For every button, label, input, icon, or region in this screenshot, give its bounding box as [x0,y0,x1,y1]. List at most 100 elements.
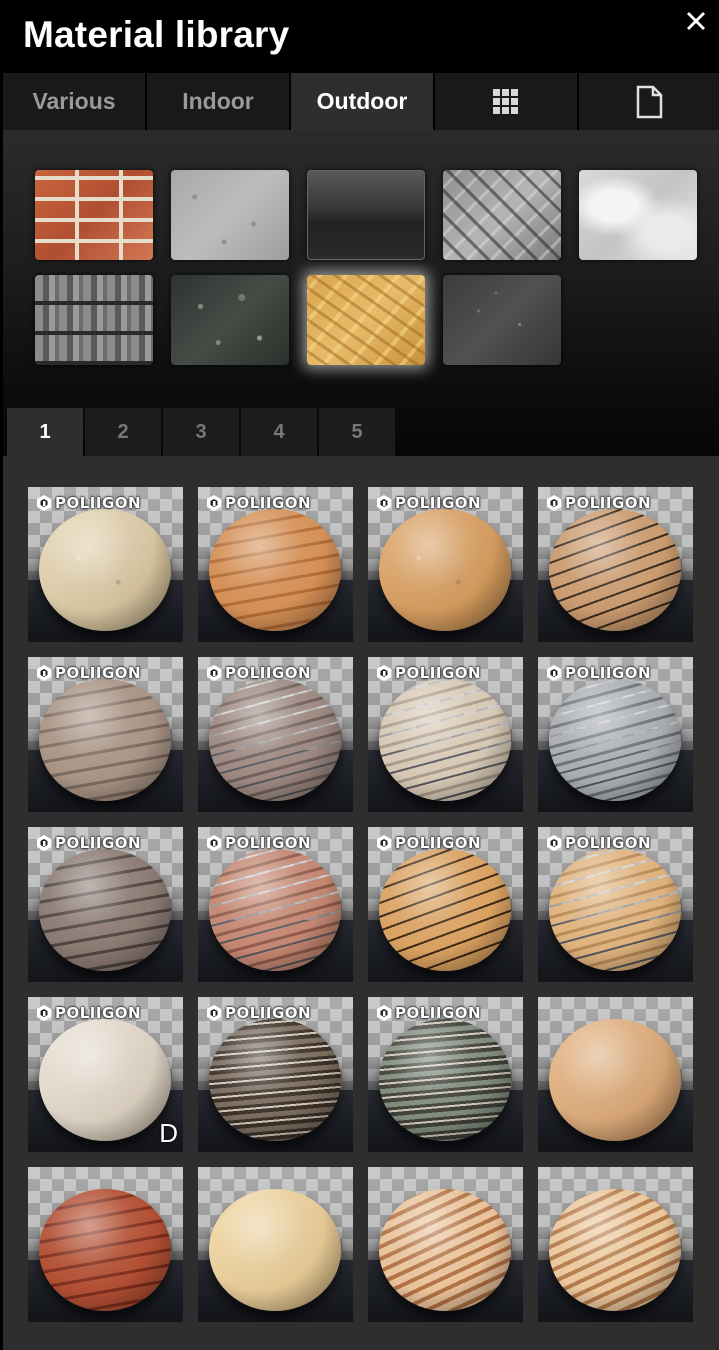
tab-outdoor[interactable]: Outdoor [291,73,433,130]
poliigon-logo-icon [35,494,53,512]
material-card[interactable]: POLIIGON [28,827,183,982]
category-tabs: Various Indoor Outdoor [3,73,719,130]
material-sphere-preview [379,679,511,801]
poliigon-logo: POLIIGON [375,663,481,683]
material-card[interactable] [538,997,693,1152]
material-card[interactable] [28,1167,183,1322]
material-sphere-preview [209,1189,341,1311]
page-3[interactable]: 3 [163,408,239,456]
poliigon-logo: POLIIGON [545,663,651,683]
material-sphere-preview [209,849,341,971]
material-sphere-preview [379,1019,511,1141]
tab-various[interactable]: Various [3,73,145,130]
page-4[interactable]: 4 [241,408,317,456]
material-card[interactable]: POLIIGON D [28,997,183,1152]
material-card[interactable]: POLIIGON [538,657,693,812]
poliigon-logo-icon [375,664,393,682]
grid-icon [493,88,518,114]
brand-label: POLIIGON [565,834,652,852]
swatch-asphalt[interactable] [443,275,561,365]
material-grid: POLIIGON POLIIGON POLIIGON POLIIGON POLIIGON… [3,456,719,1350]
page-2[interactable]: 2 [85,408,161,456]
close-icon[interactable] [681,6,711,36]
material-card[interactable]: POLIIGON [198,487,353,642]
brand-label: POLIIGON [395,1004,482,1022]
material-card[interactable]: POLIIGON [368,827,523,982]
material-card[interactable]: POLIIGON [538,827,693,982]
brand-label: POLIIGON [55,1004,142,1022]
material-card[interactable]: POLIIGON [538,487,693,642]
brand-label: POLIIGON [55,494,142,512]
brand-label: POLIIGON [395,494,482,512]
material-sphere-preview [209,679,341,801]
brand-label: POLIIGON [565,664,652,682]
poliigon-logo-icon [545,834,563,852]
poliigon-logo-icon [205,834,223,852]
material-card[interactable]: POLIIGON [198,827,353,982]
poliigon-logo-icon [375,834,393,852]
poliigon-logo-icon [35,834,53,852]
tab-indoor[interactable]: Indoor [147,73,289,130]
pagination: 1 2 3 4 5 [7,408,397,456]
poliigon-logo: POLIIGON [205,833,311,853]
window-title: Material library [23,14,290,55]
document-icon [636,85,663,118]
brand-label: POLIIGON [225,664,312,682]
poliigon-logo-icon [375,494,393,512]
swatch-osb-wood[interactable] [307,275,425,365]
swatch-granite[interactable] [171,275,289,365]
material-card[interactable] [198,1167,353,1322]
material-card[interactable]: POLIIGON [198,657,353,812]
swatch-roof-tiles[interactable] [35,275,153,365]
poliigon-logo: POLIIGON [35,1003,141,1023]
brand-label: POLIIGON [395,834,482,852]
swatch-plaster[interactable] [579,170,697,260]
material-sphere-preview [39,679,171,801]
material-card[interactable] [538,1167,693,1322]
material-card[interactable]: POLIIGON [368,487,523,642]
material-card[interactable] [368,1167,523,1322]
brand-label: POLIIGON [225,834,312,852]
poliigon-logo: POLIIGON [205,1003,311,1023]
material-card[interactable]: POLIIGON [368,997,523,1152]
brand-label: POLIIGON [565,494,652,512]
material-sphere-preview [549,849,681,971]
poliigon-logo-icon [35,664,53,682]
material-sphere-preview [39,849,171,971]
poliigon-logo: POLIIGON [545,833,651,853]
poliigon-logo: POLIIGON [375,493,481,513]
brand-label: POLIIGON [55,834,142,852]
material-sphere-preview [549,509,681,631]
material-sphere-preview [549,679,681,801]
material-library-panel: Material library Various Indoor Outdoor [0,0,719,1350]
poliigon-logo: POLIIGON [545,493,651,513]
brand-label: POLIIGON [225,494,312,512]
material-sphere-preview [549,1019,681,1141]
page-5[interactable]: 5 [319,408,395,456]
poliigon-logo-icon [545,494,563,512]
brand-label: POLIIGON [395,664,482,682]
tab-document[interactable] [579,73,719,130]
swatch-brick[interactable] [35,170,153,260]
material-sphere-preview [39,509,171,631]
swatch-concrete[interactable] [171,170,289,260]
poliigon-logo-icon [545,664,563,682]
material-card[interactable]: POLIIGON [28,657,183,812]
brand-label: POLIIGON [55,664,142,682]
material-card[interactable]: POLIIGON [368,657,523,812]
poliigon-logo: POLIIGON [375,1003,481,1023]
material-badge: D [159,1118,178,1148]
poliigon-logo-icon [205,1004,223,1022]
swatch-diamond-plate[interactable] [443,170,561,260]
brand-label: POLIIGON [225,1004,312,1022]
swatch-glass[interactable] [307,170,425,260]
page-1[interactable]: 1 [7,408,83,456]
poliigon-logo-icon [35,1004,53,1022]
material-card[interactable]: POLIIGON [198,997,353,1152]
material-card[interactable]: POLIIGON [28,487,183,642]
poliigon-logo: POLIIGON [205,493,311,513]
poliigon-logo-icon [375,1004,393,1022]
poliigon-logo-icon [205,494,223,512]
material-sphere-preview [39,1189,171,1311]
tab-grid-view[interactable] [435,73,577,130]
